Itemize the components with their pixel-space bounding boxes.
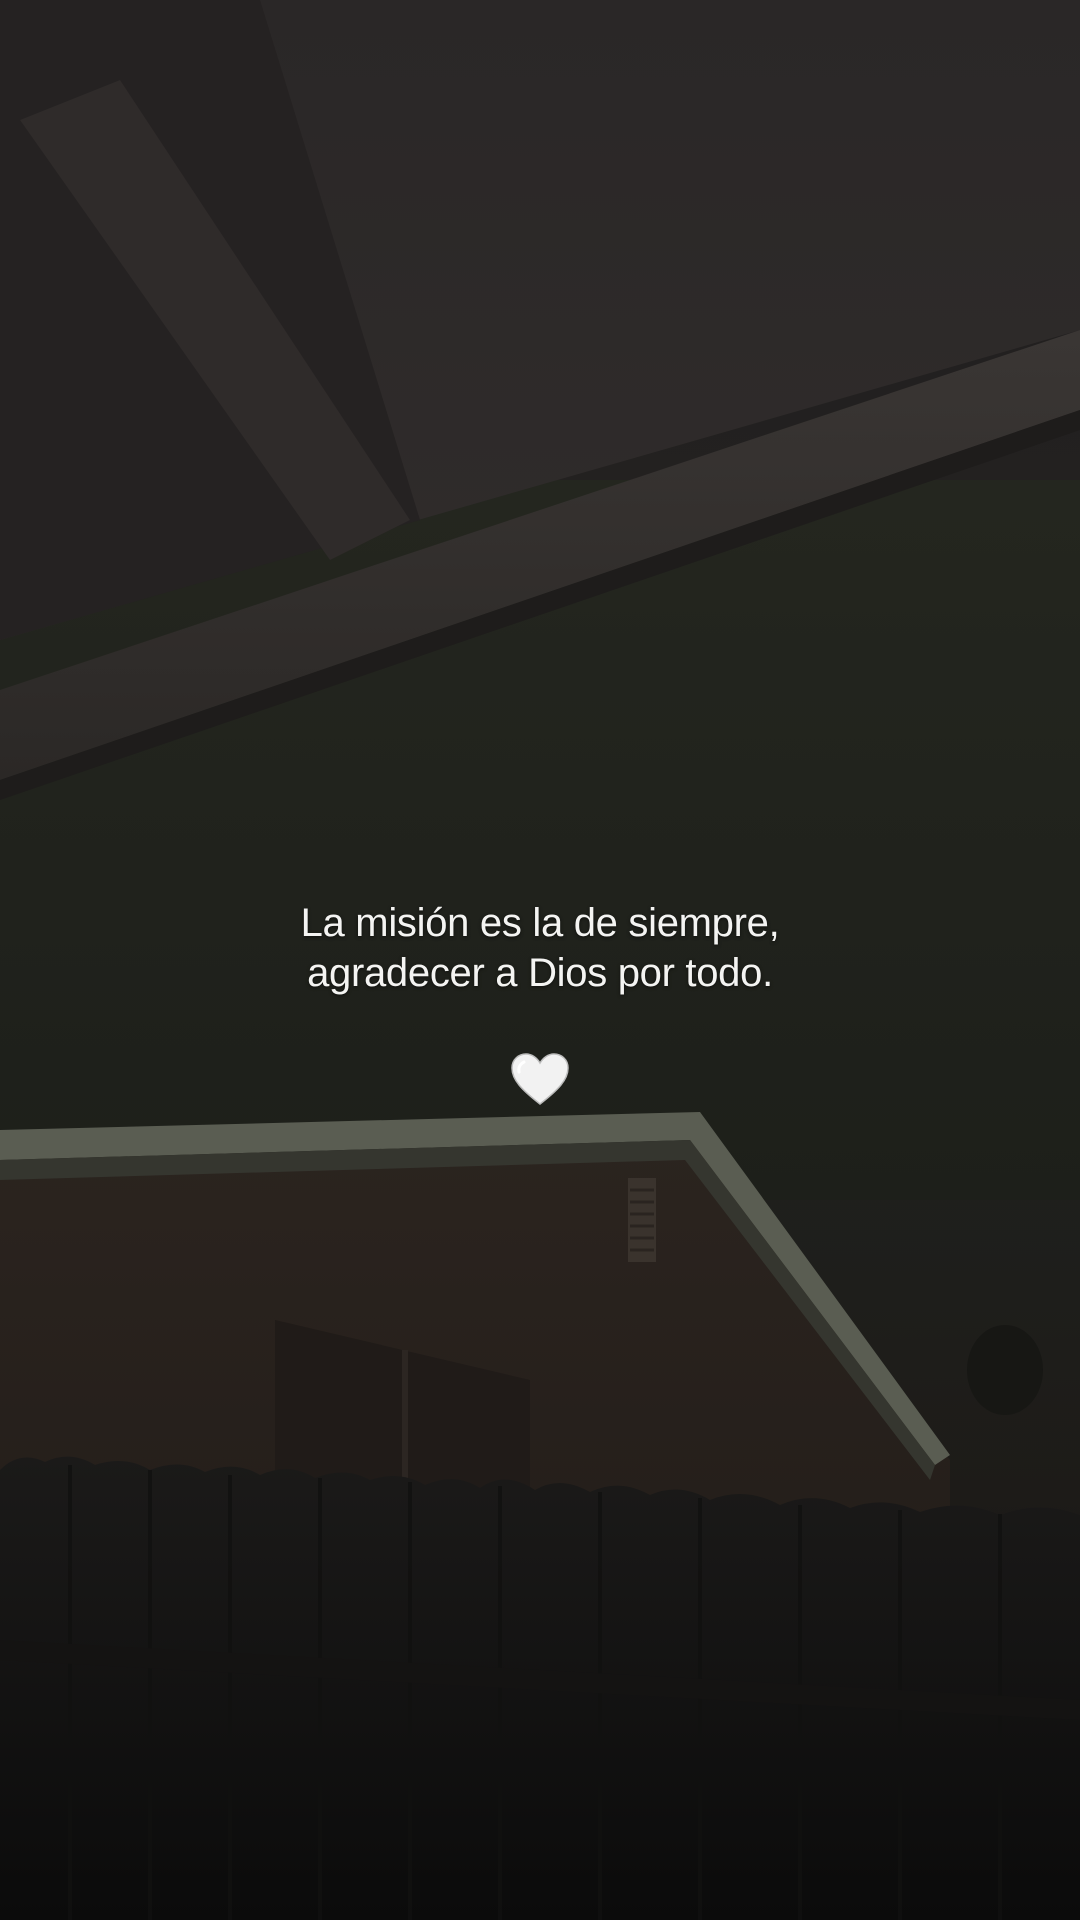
caption-line-1: La misión es la de siempre, [300,901,780,945]
caption-line-2: agradecer a Dios por todo. [307,951,773,995]
story-frame: La misión es la de siempre, agradecer a … [0,0,1080,1920]
caption-text: La misión es la de siempre, agradecer a … [0,898,1080,998]
white-heart-icon [511,1053,569,1105]
